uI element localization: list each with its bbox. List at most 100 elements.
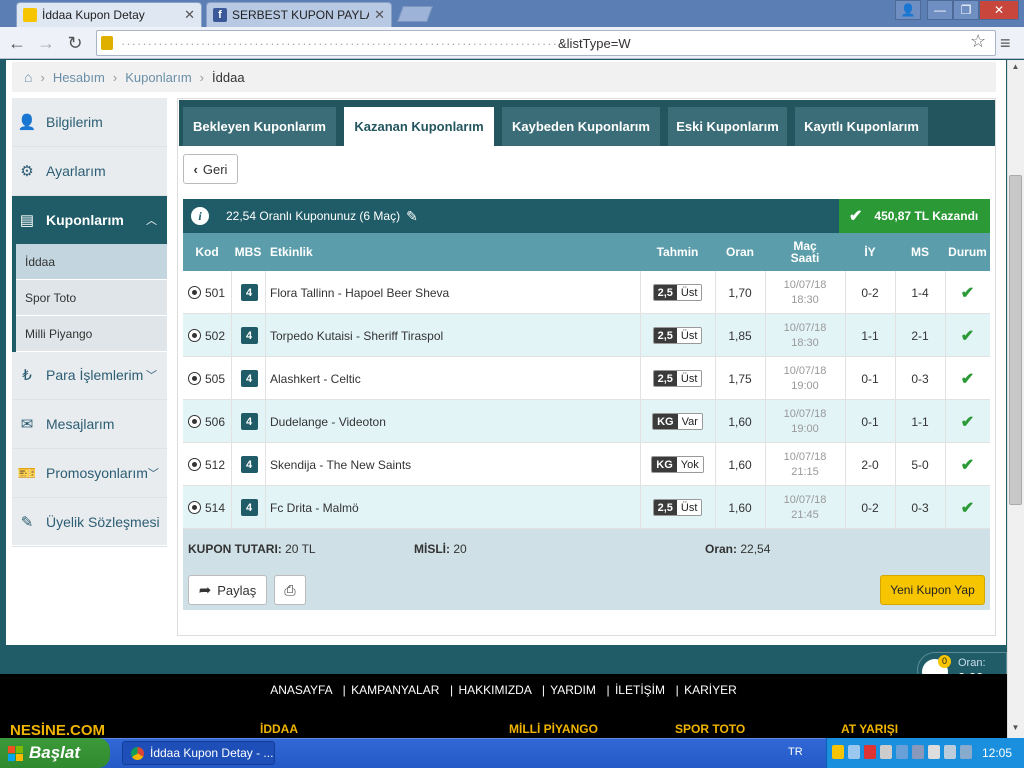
network-icon[interactable]	[880, 745, 892, 759]
money-icon: ₺	[22, 367, 32, 384]
tab-kaybeden[interactable]: Kaybeden Kuponlarım	[502, 107, 660, 146]
column-divider	[231, 271, 232, 314]
prediction-badge: 2,5 Üst	[652, 499, 703, 516]
language-indicator[interactable]: TR	[788, 746, 803, 758]
cell-tahmin: 2,5 Üst	[640, 314, 715, 357]
monitor-icon[interactable]	[848, 745, 860, 759]
cell-event[interactable]: Fc Drita - Malmö	[270, 486, 635, 529]
sidebar-subitem-milli-piyango[interactable]: Milli Piyango	[16, 316, 167, 352]
new-tab-button[interactable]	[397, 6, 433, 22]
subitem-label: Milli Piyango	[25, 326, 93, 341]
windows-logo-icon	[8, 745, 23, 761]
cell-kod: 501	[188, 271, 231, 314]
check-icon: ✔	[960, 284, 975, 302]
minimize-button[interactable]: —	[927, 0, 953, 20]
cell-durum: ✔	[945, 271, 990, 314]
reload-icon[interactable]: ↻	[63, 31, 87, 55]
new-coupon-button[interactable]: Yeni Kupon Yap	[880, 575, 985, 605]
browser-tab-active[interactable]: İddaa Kupon Detay ✕	[16, 2, 202, 27]
sidebar-item-mesajlarim[interactable]: ✉ Mesajlarım	[12, 400, 167, 449]
breadcrumb-kuponlarim[interactable]: Kuponlarım	[125, 70, 191, 85]
bookmark-star-icon[interactable]: ☆	[970, 31, 986, 52]
scroll-up-icon[interactable]: ▲	[1007, 62, 1024, 76]
tab-kazanan[interactable]: Kazanan Kuponlarım	[344, 107, 494, 146]
breadcrumb-hesabim[interactable]: Hesabım	[53, 70, 105, 85]
sidebar-item-bilgilerim[interactable]: 👤 Bilgilerim	[12, 98, 167, 147]
back-arrow-icon[interactable]: ←	[5, 31, 29, 55]
sidebar-subitem-iddaa[interactable]: İddaa	[16, 244, 167, 280]
sidebar-item-ayarlarim[interactable]: ⚙ Ayarlarım	[12, 147, 167, 196]
prediction-type: KG	[652, 457, 677, 472]
app-tray-icon[interactable]	[912, 745, 924, 759]
antivirus-icon[interactable]	[864, 745, 876, 759]
speaker-icon[interactable]	[928, 745, 940, 759]
scroll-down-icon[interactable]: ▼	[1007, 723, 1024, 737]
sidebar-subitem-spor-toto[interactable]: Spor Toto	[16, 280, 167, 316]
wifi-icon[interactable]	[960, 745, 972, 759]
betslip-label: Oran:	[958, 657, 986, 669]
column-divider	[265, 486, 266, 529]
app-tray-icon[interactable]	[896, 745, 908, 759]
football-icon	[188, 501, 201, 514]
scrollbar-thumb[interactable]	[1009, 175, 1022, 505]
profile-icon[interactable]: 👤	[895, 0, 921, 20]
check-icon: ✔	[849, 208, 863, 225]
cell-event[interactable]: Alashkert - Celtic	[270, 357, 635, 400]
edit-icon[interactable]: ✎	[406, 208, 418, 225]
shield-icon[interactable]	[832, 745, 844, 759]
cell-event[interactable]: Flora Tallinn - Hapoel Beer Sheva	[270, 271, 635, 314]
cell-event[interactable]: Torpedo Kutaisi - Sheriff Tiraspol	[270, 314, 635, 357]
footer-col-spor-toto[interactable]: SPOR TOTO	[675, 722, 745, 736]
share-button[interactable]: ➦ Paylaş	[188, 575, 267, 605]
footer-links[interactable]: ANASAYFA | KAMPANYALAR | HAKKIMIZDA | YA…	[0, 683, 1007, 697]
volume-icon[interactable]	[944, 745, 956, 759]
mbs-badge: 4	[240, 284, 258, 301]
envelope-icon: ✉	[20, 416, 34, 433]
menu-icon[interactable]: ≡	[1000, 33, 1011, 54]
coupon-title: 22,54 Oranlı Kuponunuz (6 Maç)	[226, 209, 401, 223]
column-divider	[231, 443, 232, 486]
column-divider	[231, 314, 232, 357]
cell-iy: 1-1	[861, 328, 879, 343]
close-tab-icon[interactable]: ✕	[374, 7, 385, 23]
brand-logo[interactable]: NESİNE.COM	[10, 722, 105, 739]
address-bar[interactable]: ········································…	[96, 30, 996, 56]
check-icon: ✔	[960, 327, 975, 345]
tab-kayitli[interactable]: Kayıtlı Kuponlarım	[795, 107, 928, 146]
clock[interactable]: 12:05	[982, 746, 1012, 760]
cell-ms: 2-1	[911, 328, 929, 343]
sidebar-item-para-islemlerim[interactable]: ₺ Para İşlemlerim ﹀	[12, 351, 167, 400]
chevron-down-icon: ﹀	[146, 370, 157, 382]
document-icon: ✎	[20, 514, 34, 531]
back-button[interactable]: ‹ Geri	[183, 154, 238, 184]
footer-col-iddaa[interactable]: İDDAA	[260, 722, 298, 736]
tab-bekleyen[interactable]: Bekleyen Kuponlarım	[183, 107, 336, 146]
start-button[interactable]: Başlat	[0, 738, 110, 768]
lock-icon	[101, 36, 113, 50]
mbs-badge: 4	[240, 413, 258, 430]
info-icon[interactable]: i	[191, 207, 209, 225]
sidebar-item-promosyonlarim[interactable]: 🎫 Promosyonlarım ﹀	[12, 449, 167, 498]
breadcrumb-separator: ›	[40, 69, 45, 85]
tab-eski[interactable]: Eski Kuponlarım	[668, 107, 787, 146]
mbs-badge: 4	[240, 327, 258, 344]
start-label: Başlat	[29, 743, 81, 762]
forward-arrow-icon[interactable]: →	[34, 31, 58, 55]
home-icon[interactable]: ⌂	[24, 69, 32, 85]
sidebar-item-uyelik-sozlesmesi[interactable]: ✎ Üyelik Sözleşmesi	[12, 498, 167, 547]
close-tab-icon[interactable]: ✕	[184, 7, 195, 23]
check-icon: ✔	[960, 413, 975, 431]
footer-col-milli-piyango[interactable]: MİLLİ PİYANGO	[509, 722, 598, 736]
sidebar-item-kuponlarim[interactable]: ▤ Kuponlarım ︿	[12, 196, 167, 245]
browser-tab-facebook[interactable]: f SERBEST KUPON PAYLAŞIMI ✕	[206, 2, 392, 27]
sidebar-item-label: Para İşlemlerim	[46, 367, 144, 383]
close-window-button[interactable]: ✕	[979, 0, 1019, 20]
restore-button[interactable]: ❐	[953, 0, 979, 20]
cell-event[interactable]: Dudelange - Videoton	[270, 400, 635, 443]
cell-event[interactable]: Skendija - The New Saints	[270, 443, 635, 486]
mbs-badge: 4	[240, 499, 258, 516]
taskbar-window-chrome[interactable]: İddaa Kupon Detay - ...	[122, 741, 275, 765]
match-date: 10/07/18	[783, 450, 827, 463]
footer-col-at-yarisi[interactable]: AT YARIŞI	[841, 722, 898, 736]
print-button[interactable]: ⎙	[274, 575, 306, 605]
